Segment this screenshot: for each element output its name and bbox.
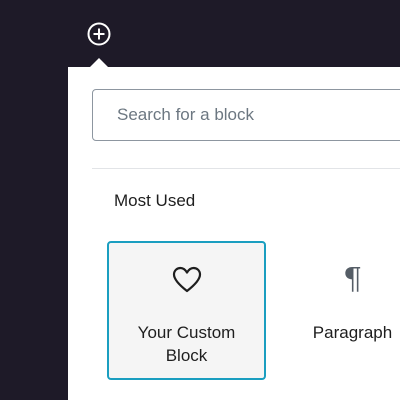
heart-icon: [172, 266, 201, 293]
popover-arrow: [90, 58, 108, 67]
plus-circle-icon: [87, 22, 111, 46]
block-item-paragraph[interactable]: ¶ Paragraph: [282, 241, 400, 380]
divider: [92, 168, 400, 169]
add-block-button[interactable]: [86, 21, 112, 47]
search-input[interactable]: [93, 90, 400, 140]
paragraph-icon: ¶: [342, 262, 363, 297]
block-item-your-custom-block[interactable]: Your Custom Block: [107, 241, 266, 380]
block-item-label: Your Custom Block: [137, 323, 236, 365]
block-item-label: Paragraph: [312, 323, 393, 342]
block-icon-wrapper: ¶: [284, 265, 400, 295]
search-box: [92, 89, 400, 141]
block-inserter-panel: Most Used Your Custom Block ¶ Paragraph: [68, 67, 400, 400]
section-title-most-used: Most Used: [114, 191, 196, 210]
block-icon-wrapper: [109, 265, 264, 295]
